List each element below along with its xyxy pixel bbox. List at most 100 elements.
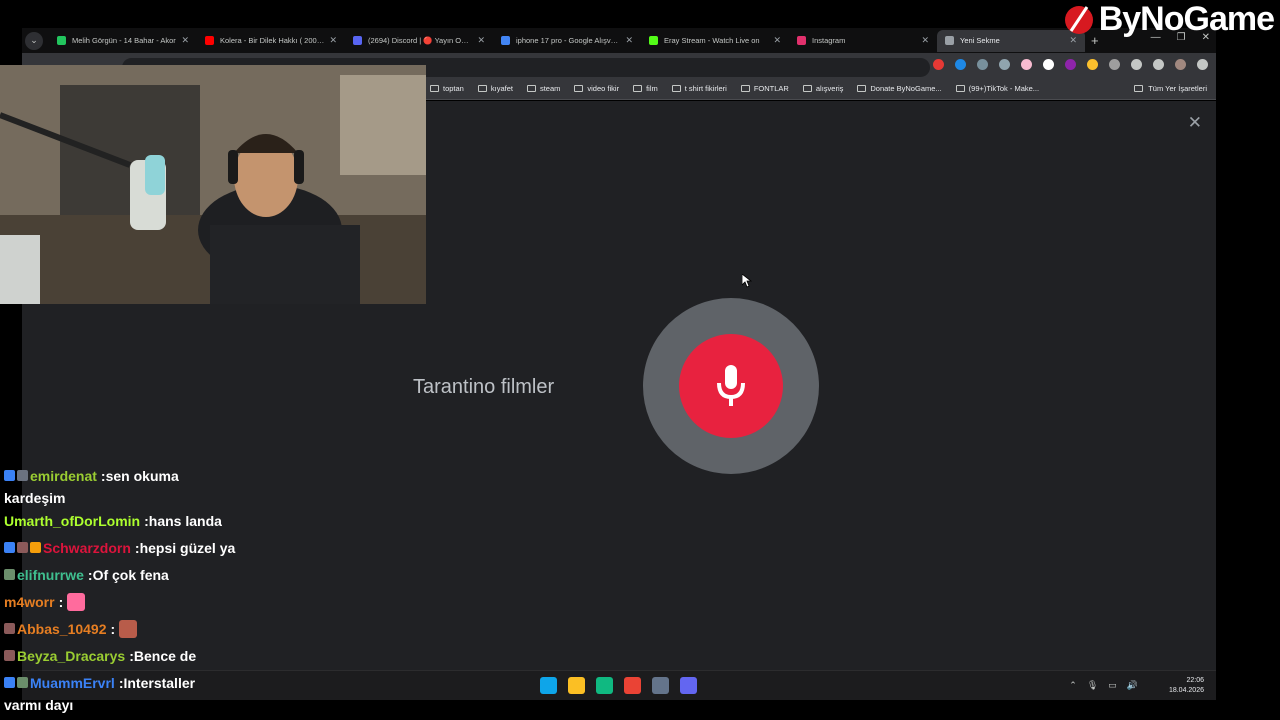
chat-message: Schwarzdorn: hepsi güzel ya <box>4 534 364 561</box>
tab-favicon-icon <box>205 36 214 45</box>
chrome-icon[interactable] <box>624 677 641 694</box>
close-icon[interactable]: ✕ <box>1188 113 1202 133</box>
speaker-icon[interactable]: 🔊 <box>1127 680 1138 691</box>
folder-icon <box>430 85 439 92</box>
tab-close-icon[interactable]: ✕ <box>921 35 929 46</box>
feather-logo-icon <box>1064 5 1093 34</box>
extension-yellow-icon[interactable] <box>1087 59 1098 70</box>
folder-icon <box>633 85 643 92</box>
browser-tab[interactable]: Instagram ✕ <box>789 30 937 52</box>
printer-icon[interactable] <box>977 59 988 70</box>
tab-close-icon[interactable]: ✕ <box>773 35 781 46</box>
chat-message: Abbas_10492: <box>4 615 364 642</box>
tab-title: Eray Stream - Watch Live on <box>664 36 760 45</box>
chat-badge-icon <box>4 623 15 634</box>
tab-title: Melih Görgün - 14 Bahar - Akor <box>72 36 176 45</box>
clock-date: 18.04.2026 <box>1168 687 1204 694</box>
chat-text: hans landa <box>148 512 222 529</box>
chat-badge-icon <box>17 470 28 481</box>
cortana-icon[interactable] <box>680 677 697 694</box>
mic-button[interactable] <box>679 334 783 438</box>
bookmark-item[interactable]: toptan <box>430 84 464 93</box>
taskbar-clock[interactable]: 22:06 18.04.2026 <box>1169 676 1204 696</box>
browser-tab[interactable]: Eray Stream - Watch Live on ✕ <box>641 30 789 52</box>
extension-purple-icon[interactable] <box>1065 59 1076 70</box>
chat-text: hepsi güzel ya <box>139 539 236 556</box>
mic-ring <box>643 298 819 474</box>
windows-start-icon[interactable] <box>540 677 557 694</box>
all-bookmarks-label: Tüm Yer İşaretleri <box>1148 84 1207 93</box>
bookmark-item[interactable]: Donate ByNoGame... <box>857 84 942 93</box>
chat-message-continuation: kardeşim <box>4 490 66 506</box>
extensions-row <box>933 59 1208 70</box>
tab-close-icon[interactable]: ✕ <box>181 35 189 46</box>
tab-close-icon[interactable]: ✕ <box>625 35 633 46</box>
bookmark-label: Donate ByNoGame... <box>870 84 942 93</box>
puzzle-icon[interactable] <box>1131 59 1142 70</box>
chat-separator: : <box>58 593 64 610</box>
folder-icon <box>477 85 487 92</box>
bookmark-item[interactable]: FONTLAR <box>740 84 789 93</box>
profile-avatar-icon[interactable] <box>1175 59 1186 70</box>
webcam-overlay <box>0 65 426 304</box>
bookmark-label: alışveriş <box>815 84 844 93</box>
bookmark-item[interactable]: film <box>633 84 658 93</box>
folder-icon <box>740 85 750 92</box>
browser-tab[interactable]: Kolera - Bir Dilek Hakkı ( 2008 ) ✕ <box>197 30 345 52</box>
steam-icon[interactable] <box>652 677 669 694</box>
bookmark-label: toptan <box>443 84 464 93</box>
tab-title: (2694) Discord | 🔴 Yayın Odası <box>368 36 473 45</box>
extension-pink-icon[interactable] <box>1021 59 1032 70</box>
file-explorer-icon[interactable] <box>568 677 585 694</box>
tab-title: Kolera - Bir Dilek Hakkı ( 2008 ) <box>220 36 325 45</box>
tab-close-icon[interactable]: ✕ <box>329 35 337 46</box>
reading-list-icon[interactable] <box>1153 59 1164 70</box>
all-bookmarks-button[interactable]: Tüm Yer İşaretleri <box>1134 84 1207 93</box>
bookmark-item[interactable]: steam <box>526 84 560 93</box>
tab-favicon-icon <box>649 36 658 45</box>
bookmark-item[interactable]: t shirt fikirleri <box>671 84 727 93</box>
browser-tab[interactable]: Melih Görgün - 14 Bahar - Akor ✕ <box>49 30 197 52</box>
network-icon[interactable]: ▭ <box>1108 680 1117 691</box>
mic-tray-icon[interactable]: 🎙 <box>1087 680 1098 691</box>
chat-message: MuammErvrl: Interstaller <box>4 669 364 696</box>
extension-grey-icon[interactable] <box>1109 59 1120 70</box>
chat-badge-icon <box>30 542 41 553</box>
menu-dots-icon[interactable] <box>1197 59 1208 70</box>
chat-username: emirdenat <box>30 467 97 484</box>
bookmark-label: t shirt fikirleri <box>684 84 727 93</box>
chevron-up-icon[interactable]: ⌃ <box>1069 680 1077 691</box>
bookmark-label: FONTLAR <box>753 84 789 93</box>
tab-favicon-icon <box>57 36 66 45</box>
microphone-icon <box>717 365 745 406</box>
browser-tab[interactable]: iphone 17 pro - Google Alışveriş ✕ <box>493 30 641 52</box>
chat-message: emirdenat: sen okuma <box>4 462 364 489</box>
chat-text: sen okuma <box>105 467 179 484</box>
folder-icon <box>1134 85 1144 92</box>
chat-emote-icon <box>67 592 86 611</box>
bookmark-label: film <box>646 84 658 93</box>
tab-close-icon[interactable]: ✕ <box>477 35 485 46</box>
bookmark-item[interactable]: alışveriş <box>802 84 844 93</box>
extension-diamond-icon[interactable] <box>1043 59 1054 70</box>
extension-blue-icon[interactable] <box>955 59 966 70</box>
tab-title: Yeni Sekme <box>960 36 1000 45</box>
chat-badge-icon <box>4 650 15 661</box>
chat-message: Beyza_Dracarys: Bence de <box>4 642 364 669</box>
bookmark-label: video fikir <box>587 84 620 93</box>
bookmark-item[interactable]: (99+)TikTok - Make... <box>955 84 1039 93</box>
dash-icon[interactable] <box>999 59 1010 70</box>
chat-username: Abbas_10492 <box>17 620 107 637</box>
tab-search-button[interactable]: ⌄ <box>25 31 43 50</box>
browser-tab[interactable]: (2694) Discord | 🔴 Yayın Odası ✕ <box>345 30 493 52</box>
bookmark-item[interactable]: kıyafet <box>477 84 513 93</box>
brand-name: ByNoGame <box>1098 0 1275 38</box>
terminal-icon[interactable] <box>596 677 613 694</box>
chat-badge-icon <box>4 677 15 688</box>
tab-title: iphone 17 pro - Google Alışveriş <box>516 36 621 45</box>
bookmark-item[interactable]: video fikir <box>574 84 619 93</box>
chat-emote-icon <box>119 619 138 638</box>
adblock-icon[interactable] <box>933 59 944 70</box>
folder-icon <box>955 85 965 92</box>
folder-icon <box>671 85 681 92</box>
